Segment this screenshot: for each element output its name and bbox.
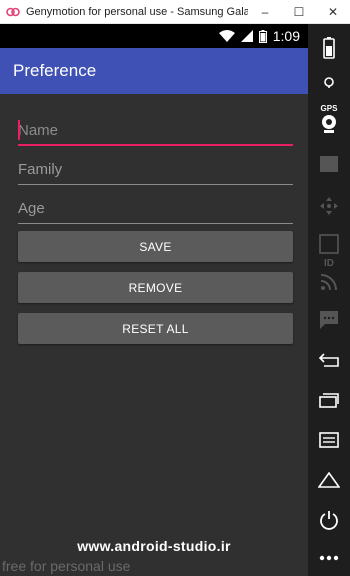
back-icon[interactable] [308, 340, 350, 380]
window-titlebar: Genymotion for personal use - Samsung Ga… [0, 0, 350, 24]
close-button[interactable]: ✕ [316, 0, 350, 24]
wifi-icon [218, 30, 235, 42]
device-screen: 1:09 Preference SAVE REMOVE RESET ALL ww… [0, 24, 308, 576]
name-underline [18, 144, 293, 146]
emulator-sidebar: GPS ID [308, 24, 350, 576]
save-button[interactable]: SAVE [18, 231, 293, 262]
signal-icon [240, 30, 253, 42]
website-watermark: www.android-studio.ir [77, 538, 231, 554]
gps-icon[interactable] [308, 66, 350, 106]
video-icon[interactable] [308, 144, 350, 184]
age-field-wrapper [18, 194, 293, 224]
name-input[interactable] [18, 116, 293, 144]
home-icon[interactable] [308, 460, 350, 500]
dpad-icon[interactable] [308, 186, 350, 226]
age-input[interactable] [18, 194, 293, 222]
status-bar: 1:09 [0, 24, 308, 48]
window-title: Genymotion for personal use - Samsung Ga… [26, 5, 248, 18]
genymotion-app-icon [6, 5, 20, 19]
more-icon[interactable] [308, 538, 350, 576]
name-field-wrapper [18, 116, 293, 146]
rss-icon[interactable] [308, 262, 350, 302]
battery-status-icon [258, 29, 267, 43]
family-input[interactable] [18, 155, 293, 183]
minimize-button[interactable]: – [248, 0, 282, 24]
status-time: 1:09 [272, 28, 300, 44]
maximize-button[interactable]: ☐ [282, 0, 316, 24]
app-toolbar: Preference [0, 48, 308, 94]
power-icon[interactable] [308, 500, 350, 540]
age-underline [18, 223, 293, 224]
personal-use-watermark: free for personal use [2, 558, 131, 574]
family-field-wrapper [18, 155, 293, 185]
remove-button[interactable]: REMOVE [18, 272, 293, 303]
camera-icon[interactable] [308, 104, 350, 144]
reset-all-button[interactable]: RESET ALL [18, 313, 293, 344]
app-title: Preference [13, 61, 97, 80]
family-underline [18, 184, 293, 185]
text-cursor [18, 120, 20, 140]
sms-icon[interactable] [308, 300, 350, 340]
battery-icon[interactable] [308, 28, 350, 68]
menu-icon[interactable] [308, 420, 350, 460]
recent-apps-icon[interactable] [308, 380, 350, 420]
